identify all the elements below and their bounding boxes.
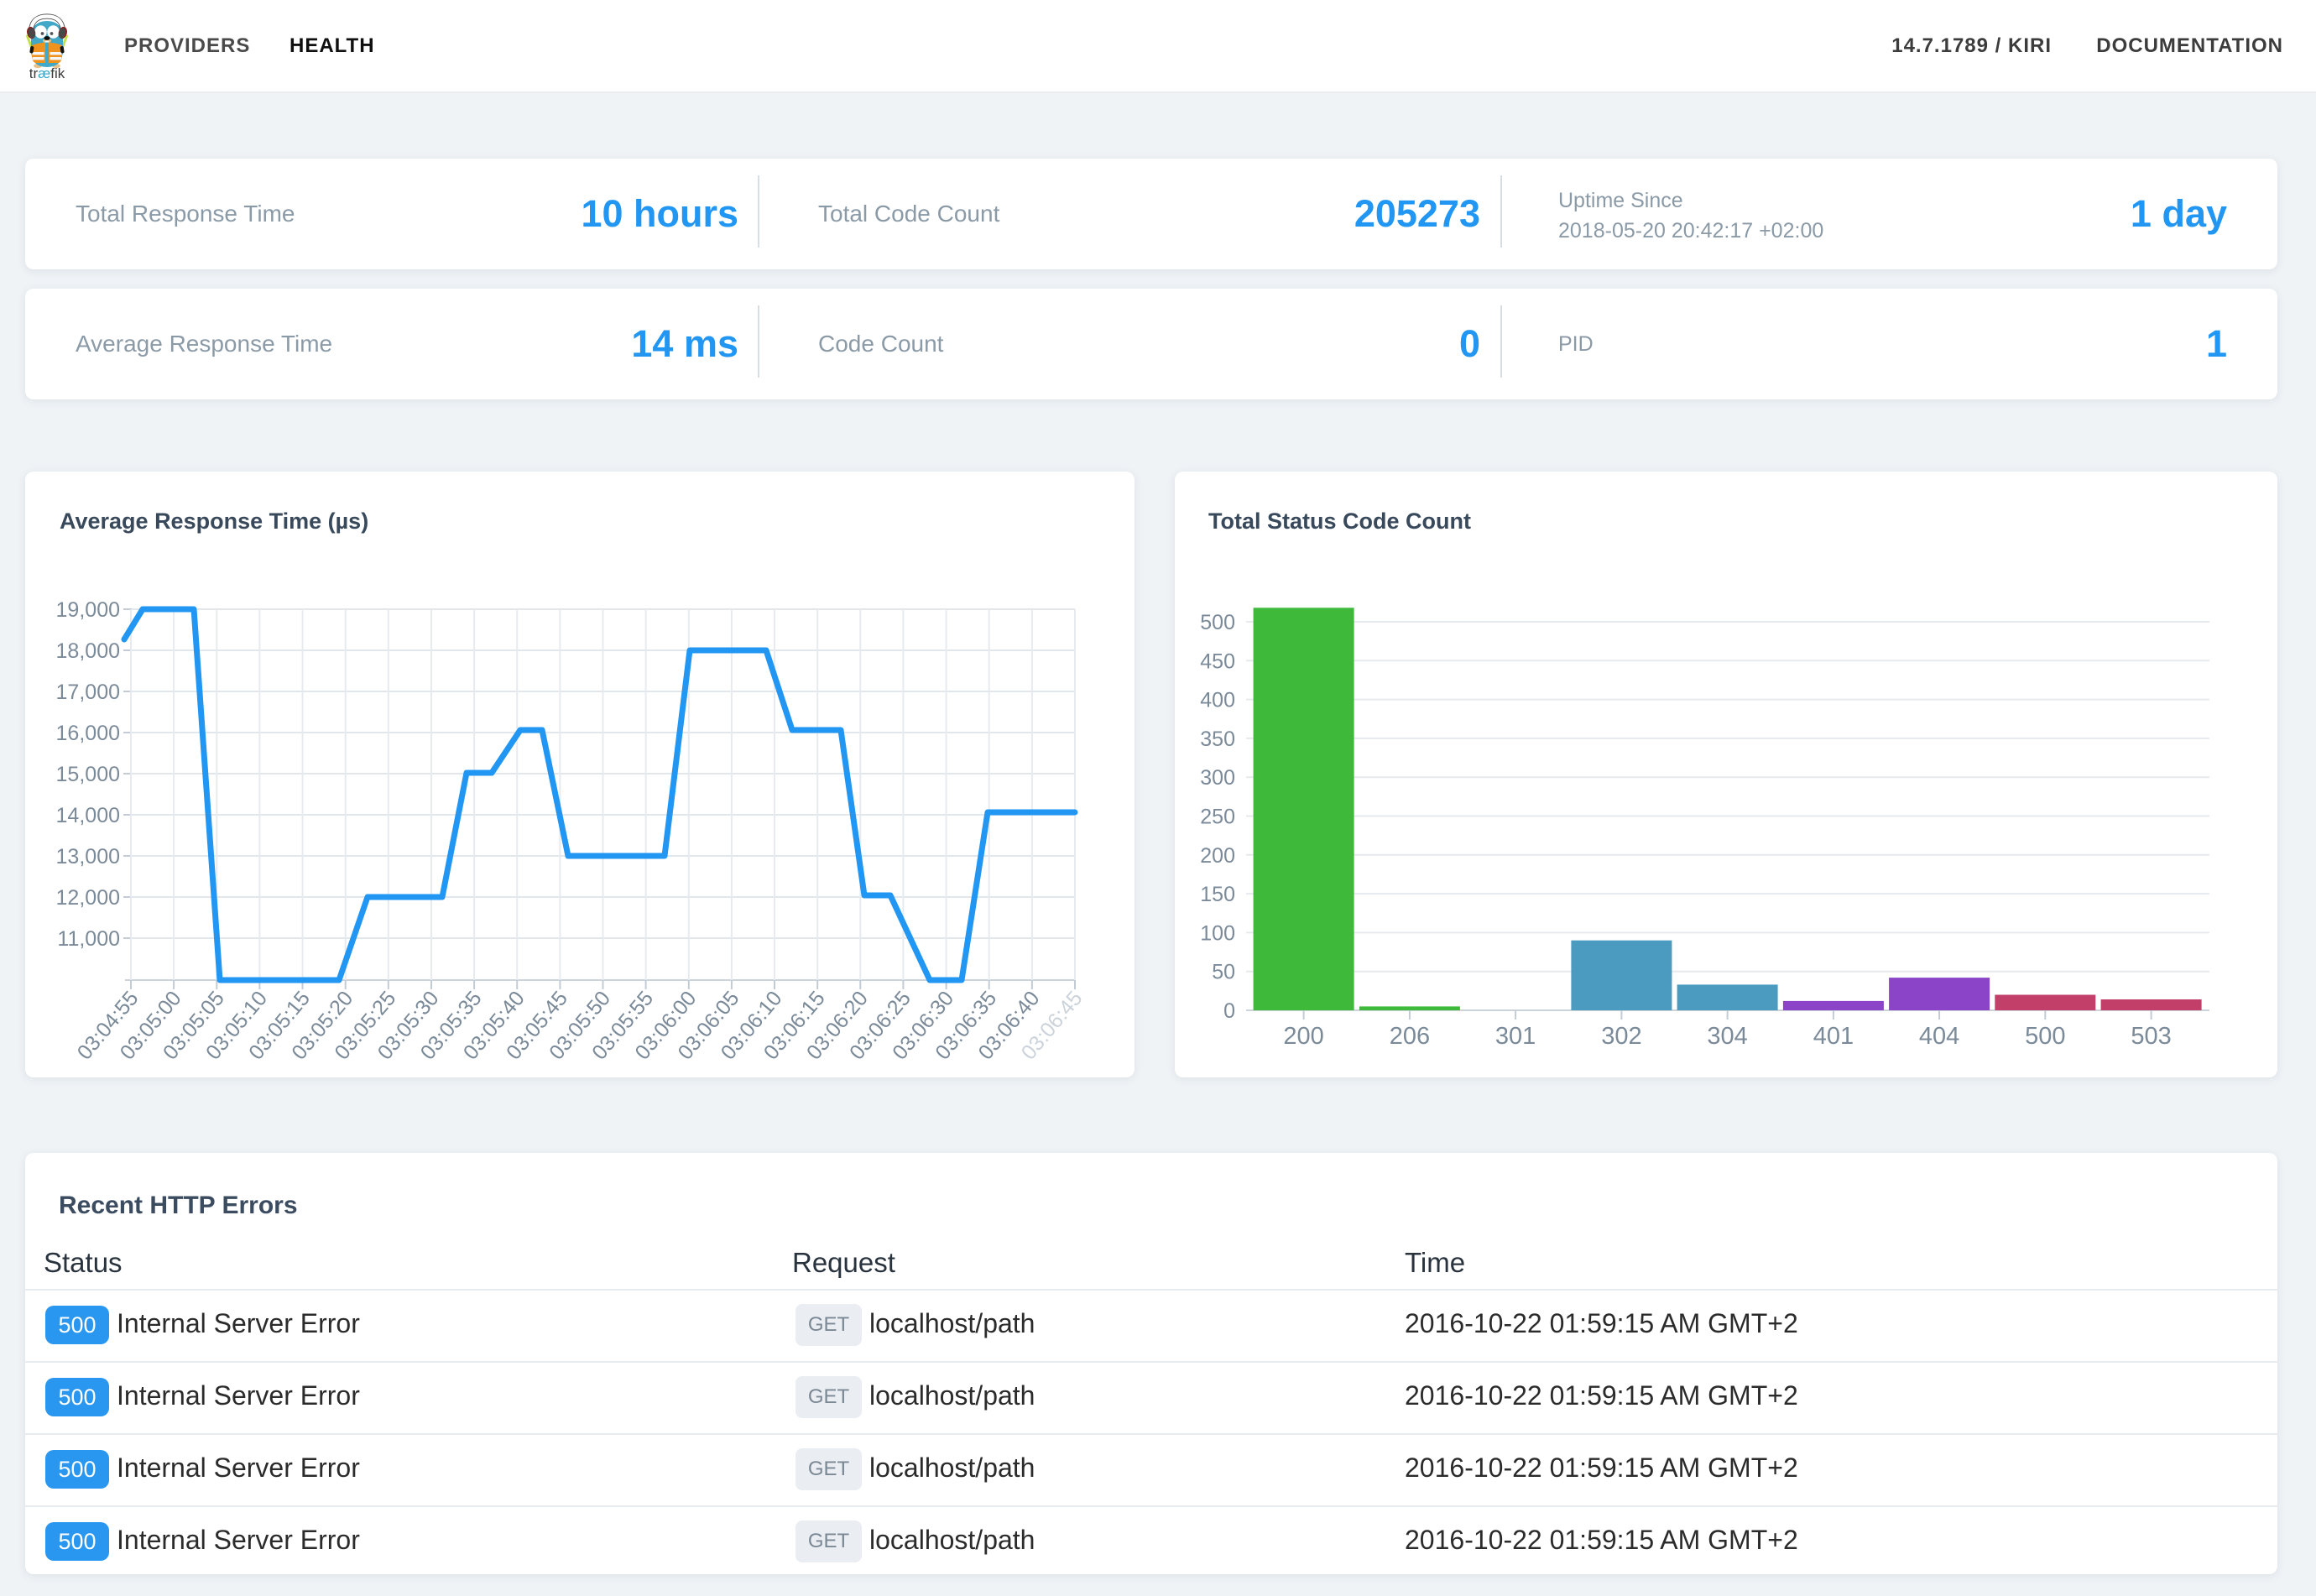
- svg-text:400: 400: [1200, 689, 1235, 712]
- svg-text:14,000: 14,000: [56, 804, 120, 827]
- svg-text:503: 503: [2131, 1023, 2171, 1050]
- svg-text:200: 200: [1283, 1023, 1323, 1050]
- svg-text:206: 206: [1390, 1023, 1430, 1050]
- svg-text:302: 302: [1601, 1023, 1641, 1050]
- svg-text:200: 200: [1200, 844, 1235, 868]
- svg-text:12,000: 12,000: [56, 886, 120, 910]
- svg-text:100: 100: [1200, 921, 1235, 945]
- svg-text:0: 0: [1223, 999, 1235, 1023]
- svg-text:11,000: 11,000: [57, 927, 120, 951]
- svg-text:16,000: 16,000: [56, 722, 120, 745]
- svg-text:450: 450: [1200, 649, 1235, 673]
- svg-text:401: 401: [1813, 1023, 1854, 1050]
- svg-text:15,000: 15,000: [56, 763, 120, 786]
- svg-text:13,000: 13,000: [56, 845, 120, 868]
- svg-text:17,000: 17,000: [56, 681, 120, 704]
- svg-text:301: 301: [1495, 1023, 1536, 1050]
- svg-text:304: 304: [1707, 1023, 1747, 1050]
- svg-text:300: 300: [1200, 766, 1235, 790]
- svg-text:350: 350: [1200, 728, 1235, 751]
- svg-text:404: 404: [1919, 1023, 1959, 1050]
- svg-text:250: 250: [1200, 806, 1235, 829]
- svg-text:500: 500: [2025, 1023, 2065, 1050]
- svg-text:50: 50: [1212, 961, 1235, 984]
- svg-text:19,000: 19,000: [56, 598, 120, 622]
- svg-text:150: 150: [1200, 883, 1235, 906]
- svg-text:18,000: 18,000: [56, 639, 120, 663]
- svg-text:500: 500: [1200, 611, 1235, 634]
